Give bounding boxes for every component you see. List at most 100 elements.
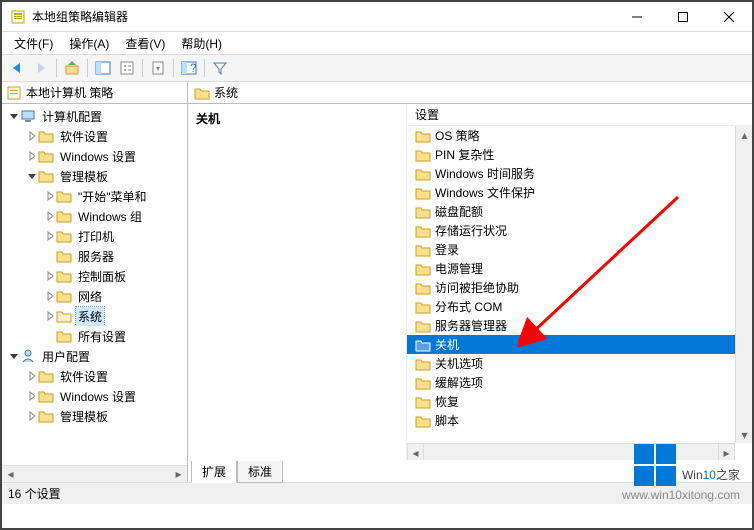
scroll-right-icon[interactable]: ▸	[170, 466, 187, 483]
filter-button[interactable]	[209, 57, 231, 79]
up-button[interactable]	[61, 57, 83, 79]
folder-icon	[415, 223, 431, 239]
expander-icon[interactable]	[44, 230, 56, 242]
folder-icon	[415, 280, 431, 296]
scrollbar-vertical[interactable]: ▴ ▾	[735, 126, 752, 443]
tree-item-label: 软件设置	[58, 127, 110, 146]
expander-icon[interactable]	[8, 350, 20, 362]
expander-icon[interactable]	[44, 190, 56, 202]
tree-item[interactable]: Windows 设置	[2, 146, 187, 166]
help-button[interactable]: ?	[178, 57, 200, 79]
list-item[interactable]: 登录	[407, 240, 752, 259]
menu-view[interactable]: 查看(V)	[117, 33, 173, 54]
list-item[interactable]: 磁盘配额	[407, 202, 752, 221]
list-item[interactable]: OS 策略	[407, 126, 752, 145]
menu-action[interactable]: 操作(A)	[61, 33, 117, 54]
folder-icon	[415, 299, 431, 315]
tree-item[interactable]: 网络	[2, 286, 187, 306]
folder-icon	[38, 168, 54, 184]
folder-icon	[415, 166, 431, 182]
expander-icon[interactable]	[26, 370, 38, 382]
tree-item[interactable]: 所有设置	[2, 326, 187, 346]
list-item[interactable]: Windows 时间服务	[407, 164, 752, 183]
close-button[interactable]	[706, 2, 752, 31]
tree-item-label: 管理模板	[58, 167, 110, 186]
scroll-left-icon[interactable]: ◂	[2, 466, 19, 483]
toolbar-separator	[173, 59, 174, 77]
app-icon	[10, 9, 26, 25]
expander-icon[interactable]	[26, 390, 38, 402]
list-item-label: 缓解选项	[435, 374, 483, 391]
forward-button[interactable]	[30, 57, 52, 79]
list-item[interactable]: 关机	[407, 335, 752, 354]
expander-icon[interactable]	[44, 310, 56, 322]
list-item-label: 脚本	[435, 412, 459, 429]
expander-icon[interactable]	[44, 330, 56, 342]
expander-icon[interactable]	[44, 270, 56, 282]
tree-item-label: 网络	[76, 287, 104, 306]
tree-item[interactable]: 软件设置	[2, 126, 187, 146]
tree-item[interactable]: 服务器	[2, 246, 187, 266]
scroll-down-icon[interactable]: ▾	[736, 426, 752, 443]
folder-icon	[56, 328, 72, 344]
details-pane: 系统 关机 设置 OS 策略PIN 复杂性Windows 时间服务Windows…	[188, 82, 752, 482]
folder-icon	[38, 388, 54, 404]
expander-icon[interactable]	[26, 170, 38, 182]
menu-file[interactable]: 文件(F)	[6, 33, 61, 54]
tab-extended[interactable]: 扩展	[191, 461, 237, 483]
list-item[interactable]: 恢复	[407, 392, 752, 411]
expander-icon[interactable]	[44, 210, 56, 222]
expander-icon[interactable]	[26, 130, 38, 142]
back-button[interactable]	[6, 57, 28, 79]
tree-item[interactable]: 管理模板	[2, 166, 187, 186]
expander-icon[interactable]	[44, 290, 56, 302]
tree-root-label: 本地计算机 策略	[26, 84, 113, 101]
folder-icon	[415, 204, 431, 220]
menu-help[interactable]: 帮助(H)	[173, 33, 230, 54]
scrollbar-horizontal[interactable]: ◂ ▸	[2, 465, 187, 482]
tree-view[interactable]: 计算机配置软件设置Windows 设置管理模板"开始"菜单和Windows 组打…	[2, 104, 187, 464]
tree-item[interactable]: "开始"菜单和	[2, 186, 187, 206]
properties-button[interactable]	[116, 57, 138, 79]
expander-icon[interactable]	[26, 410, 38, 422]
list-item[interactable]: 存储运行状况	[407, 221, 752, 240]
scroll-left-icon[interactable]: ◂	[407, 444, 424, 460]
show-hide-tree-button[interactable]	[92, 57, 114, 79]
tree-item[interactable]: 计算机配置	[2, 106, 187, 126]
tree-item[interactable]: 打印机	[2, 226, 187, 246]
list-item[interactable]: 缓解选项	[407, 373, 752, 392]
scroll-up-icon[interactable]: ▴	[736, 126, 752, 143]
list-item[interactable]: 电源管理	[407, 259, 752, 278]
list-item[interactable]: Windows 文件保护	[407, 183, 752, 202]
statusbar: 16 个设置	[2, 482, 752, 504]
export-button[interactable]	[147, 57, 169, 79]
tree-item[interactable]: 管理模板	[2, 406, 187, 426]
column-header-setting[interactable]: 设置	[407, 104, 752, 126]
list-item[interactable]: PIN 复杂性	[407, 145, 752, 164]
tab-standard[interactable]: 标准	[237, 461, 283, 483]
expander-icon[interactable]	[44, 250, 56, 262]
maximize-button[interactable]	[660, 2, 706, 31]
list-item[interactable]: 分布式 COM	[407, 297, 752, 316]
list-item-label: OS 策略	[435, 127, 480, 144]
list-item[interactable]: 脚本	[407, 411, 752, 430]
tree-item[interactable]: Windows 组	[2, 206, 187, 226]
list-item[interactable]: 服务器管理器	[407, 316, 752, 335]
tree-item[interactable]: 控制面板	[2, 266, 187, 286]
tree-item[interactable]: Windows 设置	[2, 386, 187, 406]
tree-root[interactable]: 本地计算机 策略	[2, 82, 187, 104]
expander-icon[interactable]	[8, 110, 20, 122]
list-item[interactable]: 关机选项	[407, 354, 752, 373]
scroll-right-icon[interactable]: ▸	[718, 444, 735, 460]
scrollbar-horizontal[interactable]: ◂ ▸	[407, 443, 735, 460]
list-item[interactable]: 访问被拒绝协助	[407, 278, 752, 297]
tree-item[interactable]: 系统	[2, 306, 187, 326]
tree-item[interactable]: 软件设置	[2, 366, 187, 386]
folder-icon	[38, 148, 54, 164]
list-item-label: 关机选项	[435, 355, 483, 372]
expander-icon[interactable]	[26, 150, 38, 162]
tree-item[interactable]: 用户配置	[2, 346, 187, 366]
minimize-button[interactable]	[614, 2, 660, 31]
settings-list[interactable]: OS 策略PIN 复杂性Windows 时间服务Windows 文件保护磁盘配额…	[407, 126, 752, 442]
folder-icon	[38, 408, 54, 424]
